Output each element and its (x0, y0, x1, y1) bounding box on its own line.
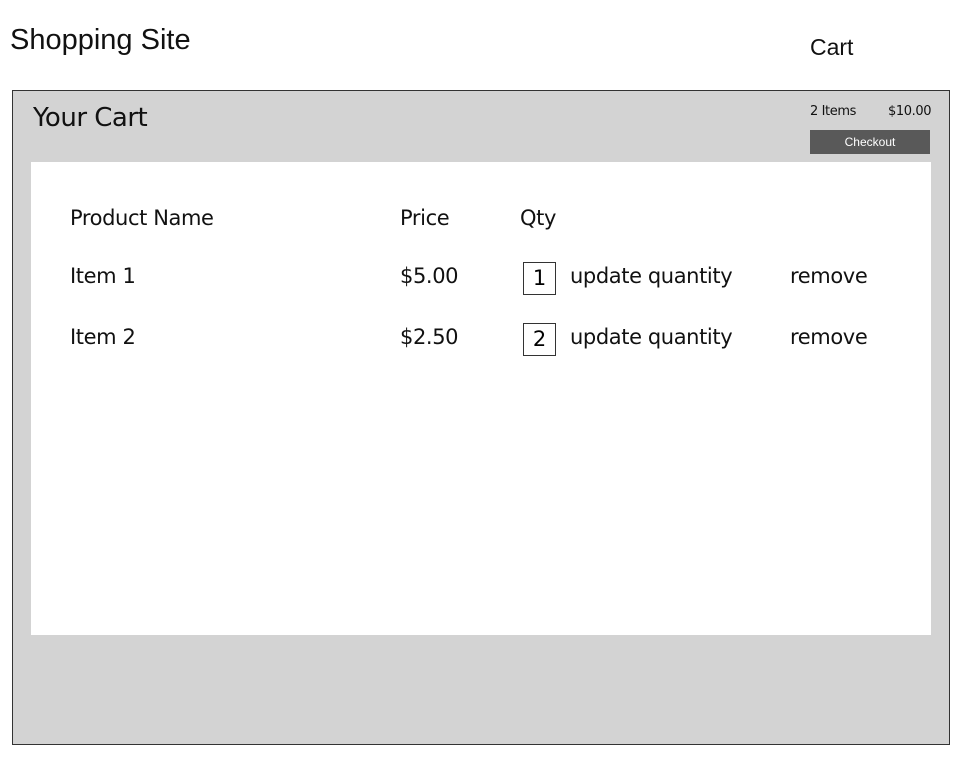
product-name: Item 2 (70, 325, 136, 349)
column-header-qty: Qty (520, 206, 556, 230)
page-title: Your Cart (33, 103, 148, 133)
update-quantity-link[interactable]: update quantity (570, 264, 733, 288)
product-name: Item 1 (70, 264, 136, 288)
remove-link[interactable]: remove (790, 325, 868, 349)
remove-link[interactable]: remove (790, 264, 868, 288)
quantity-input[interactable] (523, 262, 556, 295)
checkout-button[interactable]: Checkout (810, 130, 930, 154)
column-header-price: Price (400, 206, 450, 230)
cart-table (31, 162, 931, 635)
cart-total: $10.00 (888, 104, 932, 119)
product-price: $5.00 (400, 264, 459, 288)
column-header-product-name: Product Name (70, 206, 214, 230)
quantity-input[interactable] (523, 323, 556, 356)
cart-link[interactable]: Cart (810, 34, 853, 61)
update-quantity-link[interactable]: update quantity (570, 325, 733, 349)
site-title: Shopping Site (10, 24, 191, 56)
items-count: 2 Items (810, 104, 856, 119)
product-price: $2.50 (400, 325, 459, 349)
